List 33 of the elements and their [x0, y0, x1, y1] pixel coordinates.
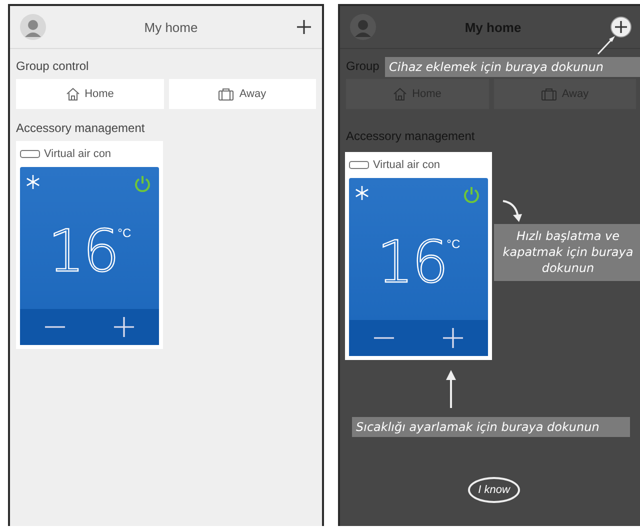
add-icon[interactable]	[296, 19, 312, 35]
minus-icon[interactable]	[44, 326, 65, 328]
callout-label: Sıcaklığı ayarlamak için buraya dokunun	[352, 417, 630, 438]
section-heading: Accessory management	[16, 120, 145, 135]
device-name: Virtual air con	[373, 159, 440, 171]
temperature-reading: 16	[48, 222, 118, 280]
arrow-icon	[502, 199, 524, 223]
callout-label: Cihaz eklemek için buraya dokunun	[385, 57, 640, 78]
arrow-icon	[596, 35, 616, 55]
dismiss-button[interactable]: I know	[468, 477, 520, 503]
air-conditioner-icon	[349, 161, 369, 169]
arrow-icon	[445, 370, 457, 408]
temperature-reading: 16	[376, 233, 447, 291]
device-name: Virtual air con	[44, 148, 112, 160]
section-heading: Group control	[16, 58, 89, 73]
plus-icon[interactable]	[114, 317, 134, 337]
screen-title: My home	[143, 20, 199, 34]
snowflake-icon[interactable]	[26, 175, 40, 189]
mode-button[interactable]: Home	[16, 79, 164, 109]
house-icon	[66, 87, 80, 101]
temperature-unit: °C	[118, 225, 132, 240]
minus-icon[interactable]	[374, 337, 394, 339]
add-icon[interactable]	[610, 16, 632, 38]
suitcase-icon	[218, 88, 234, 100]
plus-icon[interactable]	[443, 328, 464, 348]
temperature-unit: °C	[446, 236, 460, 251]
air-conditioner-icon	[20, 150, 40, 158]
suitcase-icon	[540, 88, 557, 100]
house-icon	[393, 87, 408, 101]
snowflake-icon[interactable]	[355, 186, 369, 200]
avatar-icon[interactable]	[20, 14, 46, 40]
callout-label: Hızlı başlatma ve kapatmak için buraya dokunun	[494, 224, 640, 281]
mode-button[interactable]: Away	[168, 79, 316, 109]
